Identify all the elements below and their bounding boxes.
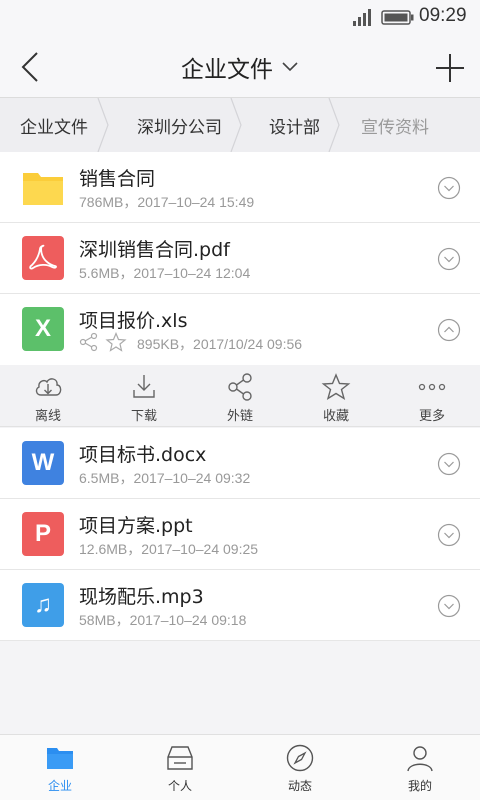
star-small-icon <box>105 332 127 352</box>
file-meta: 5.6MB，2017–10–24 12:04 <box>79 265 251 281</box>
chevron-down-circle-icon[interactable] <box>437 523 461 547</box>
chevron-down-circle-icon[interactable] <box>437 594 461 618</box>
file-icon-glyph: P <box>34 520 51 547</box>
file-icon-glyph: X <box>34 315 51 342</box>
file-name: 销售合同 <box>79 168 156 190</box>
chevron-down-circle-icon[interactable] <box>437 176 461 200</box>
offline-action[interactable]: 离线 <box>0 365 96 427</box>
chevron-down-circle-icon[interactable] <box>437 247 461 271</box>
file-row-expanded[interactable]: X 项目报价.xls 895KB，2017/10/24 09:56 <box>0 294 480 365</box>
plus-icon <box>436 54 464 82</box>
status-bar: 09:29 <box>0 0 480 36</box>
tab-activity[interactable]: 动态 <box>240 735 360 800</box>
breadcrumb-item[interactable]: 企业文件 <box>20 98 88 152</box>
add-button[interactable] <box>428 48 472 88</box>
nav-bar: 企业文件 <box>0 36 480 98</box>
person-icon <box>407 746 433 772</box>
file-meta: 58MB，2017–10–24 09:18 <box>79 612 247 628</box>
file-name: 现场配乐.mp3 <box>79 586 204 608</box>
excel-icon: X <box>22 307 64 351</box>
breadcrumb-current: 宣传资料 <box>361 117 429 138</box>
tab-label: 企业 <box>47 779 72 793</box>
file-row[interactable]: 销售合同 786MB，2017–10–24 15:49 <box>0 152 480 223</box>
file-name: 深圳销售合同.pdf <box>79 239 230 261</box>
more-icon <box>418 383 446 391</box>
file-meta: 6.5MB，2017–10–24 09:32 <box>79 470 251 486</box>
title-dropdown[interactable]: 企业文件 <box>150 50 330 84</box>
file-row[interactable]: P 项目方案.ppt 12.6MB，2017–10–24 09:25 <box>0 499 480 570</box>
breadcrumb-item[interactable]: 深圳分公司 <box>137 98 222 152</box>
tab-profile[interactable]: 我的 <box>360 735 480 800</box>
favorite-action[interactable]: 收藏 <box>288 365 384 427</box>
download-action[interactable]: 下载 <box>96 365 192 427</box>
action-label: 收藏 <box>322 409 349 424</box>
chevron-left-icon <box>21 52 38 82</box>
file-meta: 895KB，2017/10/24 09:56 <box>137 336 303 352</box>
file-row[interactable]: ♫ 现场配乐.mp3 58MB，2017–10–24 09:18 <box>0 570 480 641</box>
folder-icon <box>23 173 63 205</box>
status-time: 09:29 <box>419 5 467 26</box>
file-name: 项目报价.xls <box>79 310 188 332</box>
compass-icon <box>286 744 314 772</box>
download-icon <box>133 375 155 398</box>
action-label: 外链 <box>226 409 253 424</box>
share-icon <box>228 373 252 401</box>
bottom-tab-bar: 企业 个人 动态 我的 <box>0 734 480 800</box>
action-label: 更多 <box>418 409 445 424</box>
pdf-icon <box>22 236 64 280</box>
more-action[interactable]: 更多 <box>384 365 480 427</box>
folder-icon <box>47 748 73 769</box>
word-icon: W <box>22 441 64 485</box>
tab-personal[interactable]: 个人 <box>120 735 240 800</box>
tab-label: 我的 <box>407 779 432 793</box>
ppt-icon: P <box>22 512 64 556</box>
drive-icon <box>167 746 193 770</box>
action-label: 离线 <box>34 409 61 424</box>
star-icon <box>321 373 351 401</box>
breadcrumb: 企业文件 深圳分公司 设计部 宣传资料 <box>0 98 480 152</box>
music-icon: ♫ <box>22 583 64 627</box>
file-icon-glyph: W <box>31 449 55 476</box>
file-meta-icons <box>79 332 127 352</box>
share-small-icon <box>79 332 98 352</box>
cloud-download-icon <box>35 378 62 396</box>
file-name: 项目标书.docx <box>79 444 207 466</box>
chevron-down-icon <box>282 62 298 72</box>
breadcrumb-item[interactable]: 设计部 <box>269 98 320 152</box>
tab-label: 动态 <box>287 779 312 793</box>
file-meta: 12.6MB，2017–10–24 09:25 <box>79 541 259 557</box>
breadcrumb-separator <box>328 98 340 152</box>
file-action-bar: 离线 下载 外链 收藏 更多 <box>0 365 480 427</box>
acrobat-glyph <box>29 244 57 270</box>
action-label: 下载 <box>130 409 157 424</box>
page-title: 企业文件 <box>181 57 273 83</box>
back-button[interactable] <box>10 46 50 88</box>
chevron-down-circle-icon[interactable] <box>437 452 461 476</box>
battery-icon <box>381 10 414 25</box>
signal-icon <box>353 9 371 26</box>
tab-label: 个人 <box>167 779 192 793</box>
tab-enterprise[interactable]: 企业 <box>0 735 120 800</box>
breadcrumb-separator <box>97 98 109 152</box>
file-row[interactable]: W 项目标书.docx 6.5MB，2017–10–24 09:32 <box>0 428 480 499</box>
file-icon-glyph: ♫ <box>34 591 52 618</box>
chevron-up-circle-icon[interactable] <box>437 318 461 342</box>
file-row[interactable]: 深圳销售合同.pdf 5.6MB，2017–10–24 12:04 <box>0 223 480 294</box>
file-meta: 786MB，2017–10–24 15:49 <box>79 194 255 210</box>
breadcrumb-separator <box>230 98 242 152</box>
file-name: 项目方案.ppt <box>79 515 193 537</box>
external-link-action[interactable]: 外链 <box>192 365 288 427</box>
